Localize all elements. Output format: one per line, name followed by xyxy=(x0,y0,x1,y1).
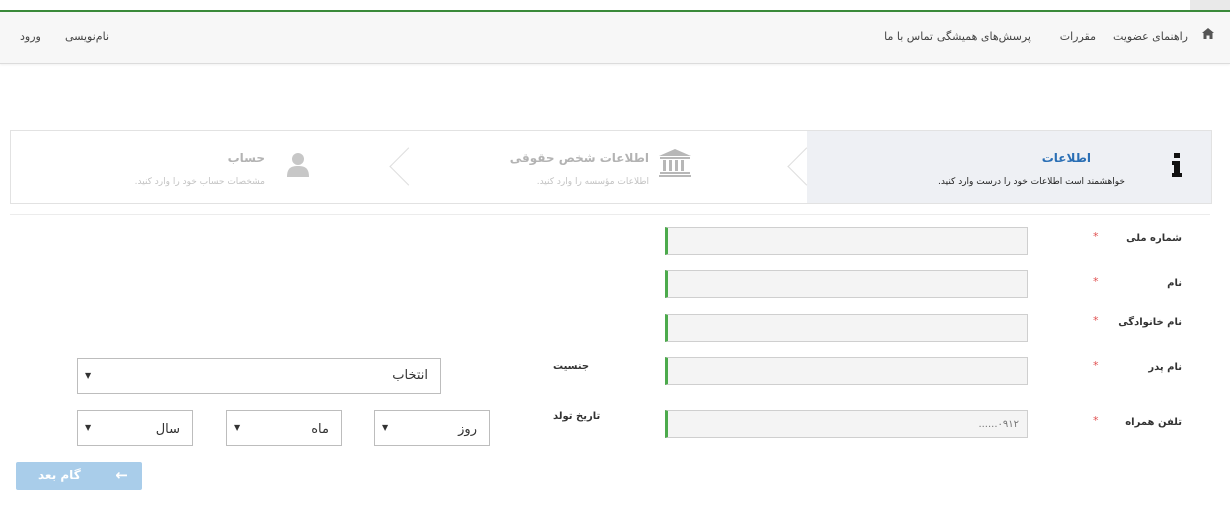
required-mark: * xyxy=(1093,314,1099,327)
user-icon xyxy=(287,153,309,181)
nav-register[interactable]: نام‌نویسی xyxy=(65,30,109,43)
top-navbar: راهنمای عضویت مقررات پرسش‌های همیشگی تما… xyxy=(0,12,1230,64)
chevron-down-icon: ▼ xyxy=(85,371,92,380)
mobile-input[interactable] xyxy=(665,410,1028,438)
mobile-label: تلفن همراه xyxy=(1125,417,1182,428)
father-name-input[interactable] xyxy=(665,357,1028,385)
next-step-button[interactable]: ← گام بعد xyxy=(16,462,142,490)
required-mark: * xyxy=(1093,359,1099,372)
birth-date-label: تاریخ تولد xyxy=(553,411,601,422)
wizard-steps: اطلاعات خواهشمند است اطلاعات خود را درست… xyxy=(10,130,1212,204)
first-name-input[interactable] xyxy=(665,270,1028,298)
birth-month-select[interactable]: ماه ▼ xyxy=(226,410,342,446)
nav-membership-guide[interactable]: راهنمای عضویت xyxy=(1113,30,1188,43)
gender-label: جنسیت xyxy=(553,361,590,372)
father-name-label: نام پدر xyxy=(1148,362,1182,373)
gender-select[interactable]: انتخاب ▼ xyxy=(77,358,441,394)
chevron-down-icon: ▼ xyxy=(234,423,241,432)
birth-day-value: روز xyxy=(458,422,477,437)
chevron-down-icon: ▼ xyxy=(85,423,92,432)
step-info[interactable]: اطلاعات خواهشمند است اطلاعات خود را درست… xyxy=(807,131,1211,203)
nav-rules[interactable]: مقررات xyxy=(1060,30,1096,43)
step-legal-entity-title: اطلاعات شخص حقوقی xyxy=(509,151,649,165)
arrow-left-icon: ← xyxy=(115,466,128,484)
national-id-label: شماره ملی xyxy=(1126,233,1182,244)
nav-login[interactable]: ورود xyxy=(20,30,41,43)
last-name-input[interactable] xyxy=(665,314,1028,342)
chevron-down-icon: ▼ xyxy=(382,423,389,432)
required-mark: * xyxy=(1093,414,1099,427)
required-mark: * xyxy=(1093,230,1099,243)
nav-faq[interactable]: پرسش‌های همیشگی xyxy=(937,30,1031,43)
last-name-label: نام خانوادگی xyxy=(1118,317,1182,328)
birth-year-select[interactable]: سال ▼ xyxy=(77,410,193,446)
national-id-input[interactable] xyxy=(665,227,1028,255)
next-step-label: گام بعد xyxy=(38,468,81,482)
step-account[interactable]: حساب مشخصات حساب خود را وارد کنید. xyxy=(11,131,415,203)
home-icon[interactable] xyxy=(1202,28,1214,43)
step-info-desc: خواهشمند است اطلاعات خود را درست وارد کن… xyxy=(938,177,1125,187)
birth-year-value: سال xyxy=(155,422,180,437)
step-legal-entity[interactable]: اطلاعات شخص حقوقی اطلاعات مؤسسه را وارد … xyxy=(415,131,807,203)
first-name-label: نام xyxy=(1167,278,1182,289)
birth-month-value: ماه xyxy=(311,422,329,437)
required-mark: * xyxy=(1093,275,1099,288)
top-corner xyxy=(1190,0,1230,10)
step-account-title: حساب xyxy=(227,151,265,165)
step-info-title: اطلاعات xyxy=(1041,151,1091,165)
bank-icon xyxy=(659,149,691,181)
step-legal-entity-desc: اطلاعات مؤسسه را وارد کنید. xyxy=(536,177,649,187)
step-account-desc: مشخصات حساب خود را وارد کنید. xyxy=(134,177,265,187)
info-icon xyxy=(1171,153,1183,181)
birth-day-select[interactable]: روز ▼ xyxy=(374,410,490,446)
form-divider xyxy=(10,214,1210,215)
nav-contact[interactable]: تماس با ما xyxy=(884,30,933,43)
gender-select-value: انتخاب xyxy=(392,368,428,383)
